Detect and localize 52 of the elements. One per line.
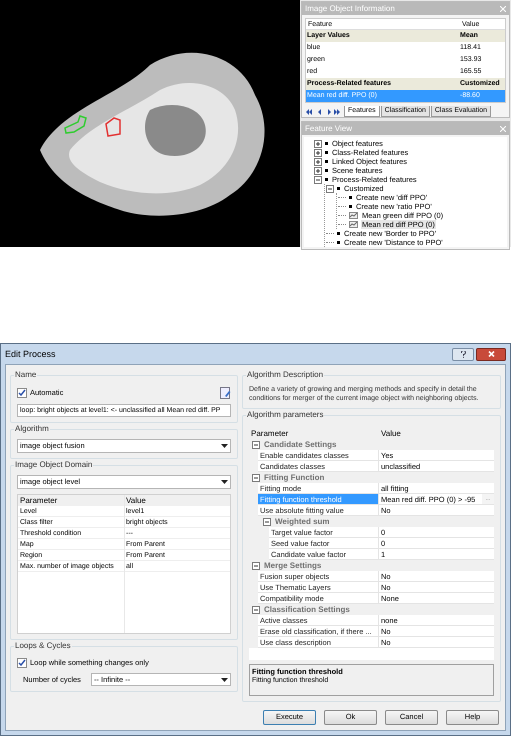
bullet-icon <box>325 151 328 154</box>
category-label: Candidate Settings <box>264 439 336 450</box>
collapse-icon[interactable] <box>252 606 260 614</box>
bullet-icon <box>349 196 352 199</box>
collapse-icon[interactable] <box>252 440 260 448</box>
category-label: Fitting Function <box>264 472 324 483</box>
collapse-icon[interactable] <box>252 562 260 570</box>
collapse-icon[interactable] <box>314 176 322 184</box>
bullet-icon <box>337 187 340 190</box>
group-label: Algorithm <box>14 424 50 434</box>
expand-icon[interactable] <box>314 148 322 156</box>
bullet-icon <box>325 142 328 145</box>
help-icon-button[interactable] <box>452 348 474 360</box>
panel-title: Image Object Information <box>305 3 396 15</box>
collapse-icon[interactable] <box>326 184 334 192</box>
bullet-icon <box>337 232 340 235</box>
group-label: Algorithm parameters <box>246 410 324 420</box>
group-label: Algorithm Description <box>246 370 324 380</box>
column-header: Parameter <box>250 428 290 439</box>
window-title: Edit Process <box>5 348 57 361</box>
document-icon[interactable] <box>220 387 231 399</box>
bullet-icon <box>349 205 352 208</box>
feature-chart-icon <box>349 212 358 219</box>
dropdown-caret-icon <box>221 480 228 484</box>
question-mark-icon <box>460 350 466 358</box>
expand-icon[interactable] <box>314 158 322 166</box>
feature-chart-icon <box>349 221 358 228</box>
bullet-icon <box>325 169 328 172</box>
collapse-icon[interactable] <box>252 474 260 482</box>
category-label: Classification Settings <box>264 604 350 615</box>
column-header: Parameter <box>19 495 58 506</box>
dropdown-caret-icon <box>221 678 228 682</box>
group-label: Image Object Domain <box>14 460 94 470</box>
collapse-icon[interactable] <box>263 518 271 526</box>
category-label: Merge Settings <box>264 560 322 571</box>
bullet-icon <box>325 160 328 163</box>
dropdown-caret-icon <box>221 444 228 448</box>
panel-title: Feature View <box>305 123 353 135</box>
close-button[interactable] <box>476 348 506 360</box>
group-label: Loops & Cycles <box>14 641 72 651</box>
category-label: Weighted sum <box>275 516 330 527</box>
bullet-icon <box>337 241 340 244</box>
column-header: Value <box>380 428 402 439</box>
group-label: Name <box>14 370 38 380</box>
expand-icon[interactable] <box>314 166 322 174</box>
tab-navigation-icon[interactable] <box>306 109 340 115</box>
close-icon <box>488 351 494 357</box>
column-header: Value <box>125 495 147 506</box>
checkbox[interactable] <box>17 388 27 398</box>
bullet-icon <box>325 178 328 181</box>
checkbox[interactable] <box>17 658 27 668</box>
expand-icon[interactable] <box>314 140 322 148</box>
